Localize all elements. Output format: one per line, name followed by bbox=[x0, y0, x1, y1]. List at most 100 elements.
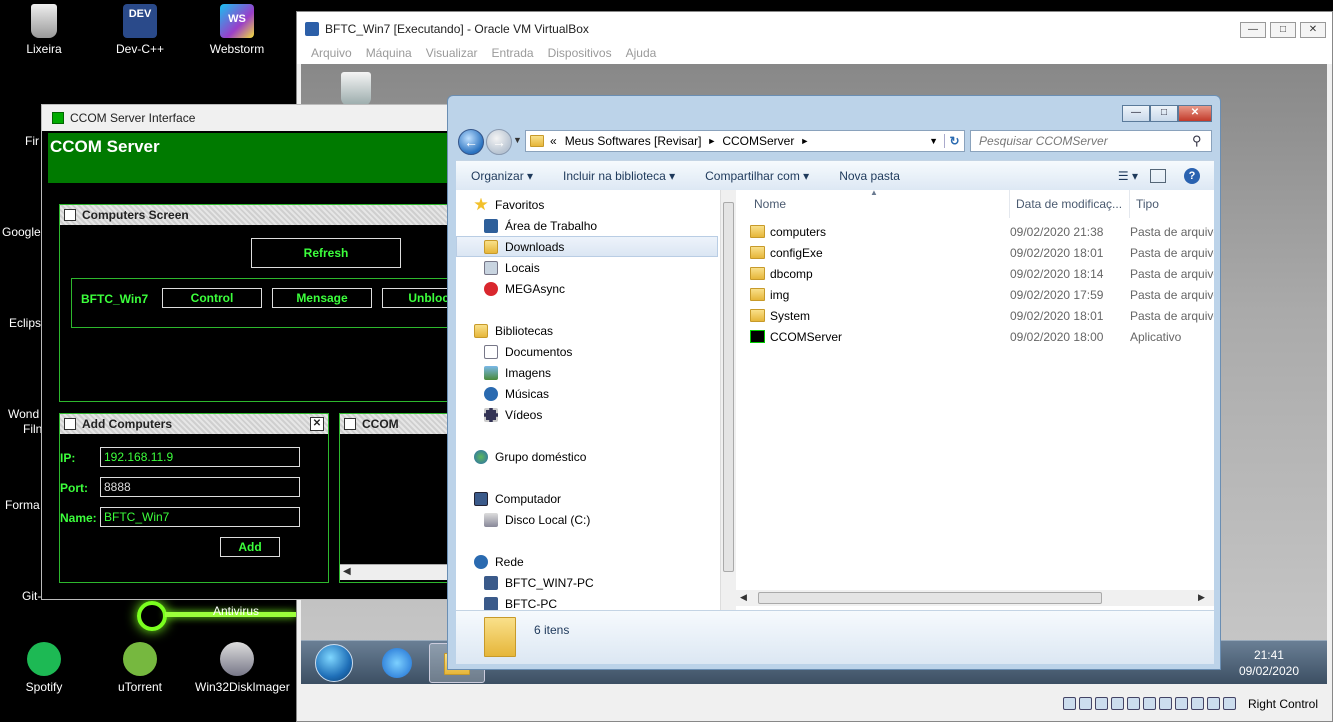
nav-computador[interactable]: Computador bbox=[456, 488, 718, 509]
cpu-icon[interactable] bbox=[1191, 697, 1204, 710]
desktop-icon-spotify[interactable]: Spotify bbox=[2, 642, 86, 694]
include-in-library-button[interactable]: Incluir na biblioteca ▾ bbox=[548, 169, 690, 183]
taskbar-clock[interactable]: 21:41 09/02/2020 bbox=[1239, 647, 1299, 679]
address-dropdown-icon[interactable]: ▼ bbox=[929, 136, 938, 146]
file-row[interactable]: configExe 09/02/2020 18:01 Pasta de arqu… bbox=[740, 243, 1214, 264]
nav-imagens[interactable]: Imagens bbox=[456, 362, 718, 383]
file-row[interactable]: System 09/02/2020 18:01 Pasta de arquivo… bbox=[740, 306, 1214, 327]
guest-recycle-bin-icon[interactable] bbox=[341, 72, 371, 106]
add-computers-titlebar[interactable]: Add Computers ✕ bbox=[60, 414, 328, 434]
file-row[interactable]: computers 09/02/2020 21:38 Pasta de arqu… bbox=[740, 222, 1214, 243]
refresh-icon[interactable]: ↻ bbox=[944, 134, 964, 148]
display-icon[interactable] bbox=[1159, 697, 1172, 710]
close-button[interactable]: ✕ bbox=[1300, 22, 1326, 38]
desktop-icon-utorrent[interactable]: uTorrent bbox=[98, 642, 182, 694]
file-list-hscrollbar[interactable]: ◀ ▶ bbox=[736, 590, 1214, 606]
nav-bftc-win7-pc[interactable]: BFTC_WIN7-PC bbox=[456, 572, 718, 593]
explorer-maximize-button[interactable]: □ bbox=[1150, 105, 1178, 122]
audio-icon[interactable] bbox=[1095, 697, 1108, 710]
menu-entrada[interactable]: Entrada bbox=[492, 46, 534, 64]
nav-megasync[interactable]: MEGAsync bbox=[456, 278, 718, 299]
breadcrumb-prefix[interactable]: « bbox=[550, 134, 557, 148]
nav-bibliotecas[interactable]: Bibliotecas bbox=[456, 320, 718, 341]
scrollbar-thumb[interactable] bbox=[723, 202, 734, 572]
file-row[interactable]: CCOMServer 09/02/2020 18:00 Aplicativo bbox=[740, 327, 1210, 348]
optical-drive-icon[interactable] bbox=[1079, 697, 1092, 710]
menu-visualizar[interactable]: Visualizar bbox=[426, 46, 478, 64]
scroll-left-icon[interactable]: ◀ bbox=[740, 592, 747, 603]
address-bar[interactable]: « Meus Softwares [Revisar] ► CCOMServer … bbox=[525, 130, 965, 152]
share-with-button[interactable]: Compartilhar com ▾ bbox=[690, 169, 824, 183]
breadcrumb-item-ccomserver[interactable]: CCOMServer bbox=[722, 134, 794, 148]
nav-disco-local[interactable]: Disco Local (C:) bbox=[456, 509, 718, 530]
nav-videos[interactable]: Vídeos bbox=[456, 404, 718, 425]
scroll-right-icon[interactable]: ▶ bbox=[1198, 592, 1205, 603]
nav-locais[interactable]: Locais bbox=[456, 257, 718, 278]
menu-arquivo[interactable]: Arquivo bbox=[311, 46, 352, 64]
desktop-icon-lixeira[interactable]: Lixeira bbox=[2, 4, 86, 56]
mouse-integration-icon[interactable] bbox=[1207, 697, 1220, 710]
file-row[interactable]: img 09/02/2020 17:59 Pasta de arquivos bbox=[740, 285, 1214, 306]
menu-ajuda[interactable]: Ajuda bbox=[626, 46, 657, 64]
ccom-panel-titlebar[interactable]: CCOM bbox=[340, 414, 460, 434]
nav-rede[interactable]: Rede bbox=[456, 551, 718, 572]
maximize-button[interactable]: □ bbox=[1270, 22, 1296, 38]
message-button[interactable]: Mensage bbox=[272, 288, 372, 308]
nav-documentos[interactable]: Documentos bbox=[456, 341, 718, 362]
organize-button[interactable]: Organizar ▾ bbox=[456, 169, 548, 183]
search-input[interactable]: Pesquisar CCOMServer bbox=[970, 130, 1212, 152]
ccom-titlebar[interactable]: CCOM Server Interface bbox=[42, 105, 460, 131]
control-button[interactable]: Control bbox=[162, 288, 262, 308]
nav-favoritos[interactable]: Favoritos bbox=[456, 194, 718, 215]
back-button[interactable]: ← bbox=[458, 129, 484, 155]
desktop-icon-win32diskimager[interactable]: Win32DiskImager bbox=[195, 642, 290, 694]
network-icon[interactable] bbox=[1111, 697, 1124, 710]
file-row[interactable]: dbcomp 09/02/2020 18:14 Pasta de arquivo… bbox=[740, 264, 1214, 285]
recording-icon[interactable] bbox=[1175, 697, 1188, 710]
shared-folders-icon[interactable] bbox=[1143, 697, 1156, 710]
name-field[interactable]: BFTC_Win7 bbox=[100, 507, 300, 527]
menu-maquina[interactable]: Máquina bbox=[366, 46, 412, 64]
scroll-left-icon[interactable]: ◀ bbox=[343, 566, 351, 577]
nav-downloads[interactable]: Downloads bbox=[456, 236, 718, 257]
preview-pane-icon[interactable] bbox=[1150, 168, 1166, 183]
taskbar-ie-icon[interactable] bbox=[369, 643, 425, 683]
explorer-close-button[interactable]: ✕ bbox=[1178, 105, 1212, 122]
breadcrumb-separator-icon[interactable]: ► bbox=[800, 136, 809, 146]
ip-field[interactable]: 192.168.11.9 bbox=[100, 447, 300, 467]
usb-icon[interactable] bbox=[1127, 697, 1140, 710]
desktop-icon-webstorm[interactable]: WS Webstorm bbox=[195, 4, 279, 56]
column-header-name[interactable]: Nome ▲ bbox=[748, 190, 1010, 218]
menu-dispositivos[interactable]: Dispositivos bbox=[548, 46, 612, 64]
search-icon[interactable]: ⚲ bbox=[1192, 133, 1202, 149]
column-header-type[interactable]: Tipo bbox=[1130, 190, 1214, 218]
view-options-icon[interactable]: ☰ ▾ bbox=[1118, 169, 1138, 183]
port-field[interactable]: 8888 bbox=[100, 477, 300, 497]
breadcrumb-item-meus-softwares[interactable]: Meus Softwares [Revisar] bbox=[565, 134, 702, 148]
column-header-date[interactable]: Data de modificaç... bbox=[1010, 190, 1130, 218]
computers-screen-titlebar[interactable]: Computers Screen bbox=[60, 205, 458, 225]
vbox-titlebar[interactable]: BFTC_Win7 [Executando] - Oracle VM Virtu… bbox=[297, 12, 1332, 46]
recent-pages-chevron-icon[interactable]: ▼ bbox=[513, 135, 522, 145]
explorer-titlebar[interactable] bbox=[448, 96, 1220, 126]
nav-musicas[interactable]: Músicas bbox=[456, 383, 718, 404]
keyboard-capture-icon[interactable] bbox=[1223, 697, 1236, 710]
desktop-icon-devcpp[interactable]: DEV Dev-C++ bbox=[98, 4, 182, 56]
minimize-button[interactable]: — bbox=[1240, 22, 1266, 38]
panel-close-icon[interactable]: ✕ bbox=[310, 417, 324, 431]
forward-button[interactable]: → bbox=[486, 129, 512, 155]
nav-area-de-trabalho[interactable]: Área de Trabalho bbox=[456, 215, 718, 236]
scrollbar-thumb[interactable] bbox=[758, 592, 1102, 604]
ccom-panel-hscrollbar[interactable]: ◀ bbox=[340, 564, 460, 580]
add-button[interactable]: Add bbox=[220, 537, 280, 557]
start-button[interactable] bbox=[315, 644, 353, 682]
explorer-minimize-button[interactable]: — bbox=[1122, 105, 1150, 122]
new-folder-button[interactable]: Nova pasta bbox=[824, 169, 915, 183]
nav-grupo-domestico[interactable]: Grupo doméstico bbox=[456, 446, 718, 467]
nav-bftc-pc[interactable]: BFTC-PC bbox=[456, 593, 718, 610]
refresh-button[interactable]: Refresh bbox=[251, 238, 401, 268]
help-icon[interactable]: ? bbox=[1184, 167, 1200, 184]
breadcrumb-separator-icon[interactable]: ► bbox=[707, 136, 716, 146]
hdd-icon[interactable] bbox=[1063, 697, 1076, 710]
navigation-pane-scrollbar[interactable] bbox=[720, 190, 736, 610]
